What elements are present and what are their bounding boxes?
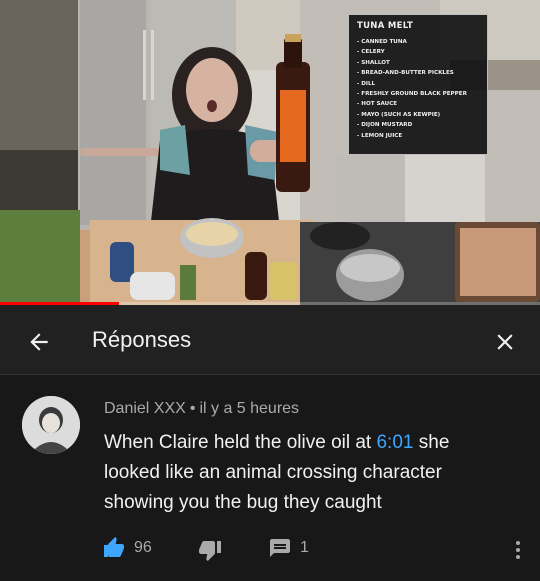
avatar-image: [22, 396, 80, 454]
timestamp-link[interactable]: 6:01: [376, 432, 413, 453]
like-count: 96: [134, 539, 152, 556]
back-button[interactable]: [22, 325, 56, 359]
comment-time: il y a 5 heures: [199, 400, 300, 417]
comment-icon: [270, 539, 290, 557]
video-player[interactable]: TUNA MELT - CANNED TUNA - CELERY - SHALL…: [0, 0, 540, 305]
page-title: Réponses: [92, 327, 192, 352]
comment-actions: 96 1: [102, 536, 522, 564]
recipe-item: - MAYO (SUCH AS KEWPIE): [357, 111, 441, 118]
recipe-item: - BREAD-AND-BUTTER PICKLES: [357, 70, 454, 77]
replies-header: Réponses: [0, 305, 540, 375]
recipe-item: - SHALLOT: [357, 59, 390, 66]
comment-meta: Daniel XXX • il y a 5 heures: [104, 400, 299, 418]
more-options-button[interactable]: [508, 538, 528, 562]
close-button[interactable]: [488, 325, 522, 359]
thumbs-up-icon: [104, 537, 124, 557]
comment-text: When Claire held the olive oil at 6:01 s…: [104, 428, 504, 518]
recipe-item: - LEMON JUICE: [357, 132, 403, 139]
thumbs-down-icon: [199, 541, 221, 561]
recipe-item: - HOT SAUCE: [357, 101, 398, 108]
more-vertical-icon: [516, 541, 520, 559]
dislike-button[interactable]: [198, 538, 222, 562]
recipe-item: - DILL: [357, 80, 376, 87]
meta-separator: •: [189, 400, 196, 417]
close-icon: [497, 334, 513, 350]
reply-comment: Daniel XXX • il y a 5 heures When Claire h…: [0, 376, 540, 581]
reply-button[interactable]: 1: [268, 536, 309, 560]
comment-text-start: When Claire held the olive oil at: [104, 432, 377, 453]
recipe-item: - CELERY: [357, 49, 385, 56]
recipe-item: - FRESHLY GROUND BLACK PEPPER: [357, 91, 467, 98]
recipe-item: - DIJON MUSTARD: [357, 122, 413, 129]
recipe-item: - CANNED TUNA: [357, 39, 407, 45]
recipe-card: TUNA MELT - CANNED TUNA - CELERY - SHALL…: [348, 14, 488, 155]
recipe-title: TUNA MELT: [357, 21, 414, 31]
avatar[interactable]: [22, 396, 80, 454]
author-name[interactable]: Daniel XXX: [104, 400, 186, 417]
like-button[interactable]: 96: [102, 536, 152, 560]
reply-count: 1: [300, 539, 309, 556]
arrow-left-icon: [30, 333, 48, 351]
